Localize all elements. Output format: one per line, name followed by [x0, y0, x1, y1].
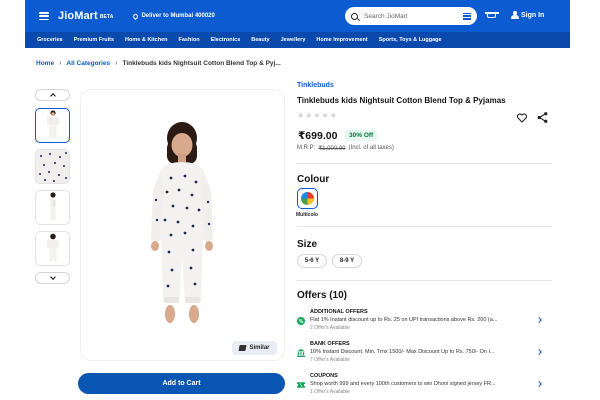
category-sports-toys-luggage[interactable]: Sports, Toys & Luggage — [379, 37, 442, 43]
bank-icon — [297, 349, 305, 357]
divider — [297, 280, 552, 281]
offers-heading: Offers (10) — [297, 290, 348, 301]
offer-title: COUPONS — [310, 373, 338, 379]
thumbnail-1[interactable] — [35, 108, 70, 143]
chevron-right-icon — [536, 349, 542, 355]
thumbnail-fabric-image — [36, 150, 69, 183]
category-bar: Groceries Premium Fruits Home & Kitchen … — [25, 32, 570, 48]
offer-coupons[interactable]: COUPONS Shop worth 999 and every 100th c… — [297, 373, 552, 397]
star-icon: ★ — [329, 111, 337, 120]
star-icon: ★ — [321, 111, 329, 120]
category-home-improvement[interactable]: Home Improvement — [316, 37, 367, 43]
brand-beta-tag: BETA — [99, 14, 114, 20]
category-premium-fruits[interactable]: Premium Fruits — [74, 37, 114, 43]
offer-bank[interactable]: BANK OFFERS 10% Instant Discount. Min. T… — [297, 341, 552, 365]
discount-badge: 30% Off — [345, 130, 378, 141]
thumbnail-2[interactable] — [35, 149, 70, 184]
user-icon — [511, 11, 519, 19]
similar-icon — [238, 345, 248, 351]
category-home-kitchen[interactable]: Home & Kitchen — [125, 37, 167, 43]
category-beauty[interactable]: Beauty — [251, 37, 269, 43]
tax-note: (Incl. of all taxes) — [348, 145, 394, 151]
offer-desc: Shop worth 999 and every 100th customers… — [310, 381, 496, 387]
wishlist-heart-icon[interactable] — [516, 112, 528, 124]
breadcrumb-home[interactable]: Home — [36, 60, 54, 67]
brand-name: JioMart — [58, 10, 98, 22]
offer-additional[interactable]: % ADDITIONAL OFFERS Flat 1% Instant disc… — [297, 309, 552, 333]
chevron-right-icon — [536, 317, 542, 323]
search-bar[interactable] — [345, 7, 477, 25]
offer-count: 7 Offer's Available — [310, 357, 350, 363]
offer-title: BANK OFFERS — [310, 341, 350, 347]
divider — [297, 163, 552, 164]
colour-heading: Colour — [297, 174, 330, 185]
brand-logo[interactable]: JioMart BETA — [58, 10, 113, 22]
offer-count: 1 Offer's Available — [310, 389, 350, 395]
thumbnail-3[interactable] — [35, 190, 70, 225]
thumbnail-back-image — [46, 233, 59, 262]
product-title: Tinklebuds kids Nightsuit Cotton Blend T… — [297, 96, 506, 105]
deliver-location-label: Deliver to Mumbai 400020 — [141, 13, 215, 19]
star-icon: ★ — [297, 111, 305, 120]
share-icon[interactable] — [536, 111, 549, 124]
chevron-up-icon — [49, 93, 56, 99]
similar-label: Similar — [249, 345, 270, 351]
size-heading: Size — [297, 239, 318, 250]
deliver-location[interactable]: Deliver to Mumbai 400020 — [132, 12, 215, 20]
colour-selected-label: Multicolo — [296, 212, 318, 218]
svg-text:%: % — [299, 319, 304, 325]
category-jewellery[interactable]: Jewellery — [281, 37, 306, 43]
offer-count: 2 Offer's Available — [310, 325, 350, 331]
thumbnail-scroll-down-button[interactable] — [35, 272, 70, 284]
thumbnail-4[interactable] — [35, 231, 70, 266]
category-fashion[interactable]: Fashion — [179, 37, 200, 43]
similar-button[interactable]: Similar — [232, 341, 277, 355]
breadcrumb-separator-icon: › — [59, 60, 62, 67]
mrp-label: M.R.P: — [297, 145, 316, 151]
thumbnail-scroll-up-button[interactable] — [35, 89, 70, 101]
add-to-cart-button[interactable]: Add to Cart — [78, 373, 285, 394]
star-icon: ★ — [313, 111, 321, 120]
hamburger-menu-icon[interactable] — [39, 12, 49, 20]
chevron-down-icon — [49, 274, 56, 280]
search-input[interactable] — [364, 12, 454, 20]
size-option-8-9y[interactable]: 8-9 Y — [332, 254, 362, 268]
divider — [297, 226, 552, 227]
coupon-icon — [297, 382, 305, 388]
location-pin-icon — [132, 12, 140, 20]
breadcrumb-separator-icon: › — [115, 60, 118, 67]
category-electronics[interactable]: Electronics — [211, 37, 241, 43]
product-main-image[interactable] — [81, 90, 284, 360]
breadcrumb: Home › All Categories › Tinklebuds kids … — [36, 60, 281, 67]
sign-in-label: Sign In — [521, 11, 545, 19]
rating-stars: ★ ★ ★ ★ ★ — [297, 112, 337, 120]
multicolor-swatch-icon — [301, 192, 314, 205]
category-groceries[interactable]: Groceries — [37, 37, 63, 43]
star-icon: ★ — [305, 111, 313, 120]
breadcrumb-current: Tinklebuds kids Nightsuit Cotton Blend T… — [122, 60, 281, 67]
thumbnail-front-image — [46, 110, 59, 139]
product-photo — [151, 122, 213, 323]
chevron-right-icon — [536, 381, 542, 387]
breadcrumb-all-categories[interactable]: All Categories — [66, 60, 110, 67]
mrp-value: ₹1,000.00 — [318, 146, 346, 152]
search-icon[interactable] — [351, 12, 358, 20]
product-brand-link[interactable]: Tinklebuds — [297, 82, 334, 89]
mrp-line: M.R.P: ₹1,000.00 (Incl. of all taxes) — [297, 145, 394, 152]
product-price: ₹699.00 — [298, 130, 338, 142]
percent-badge-icon: % — [297, 317, 305, 325]
shopping-list-icon[interactable] — [463, 12, 471, 20]
thumbnail-side-image — [49, 192, 56, 221]
size-option-5-6y[interactable]: 5-6 Y — [297, 254, 327, 268]
offer-title: ADDITIONAL OFFERS — [310, 309, 368, 315]
offer-desc: Flat 1% Instant discount up to Rs. 25 on… — [310, 317, 498, 323]
sign-in-button[interactable]: Sign In — [511, 11, 544, 19]
colour-swatch-multicolor[interactable] — [297, 188, 318, 209]
offer-desc: 10% Instant Discount. Min. Trnx 1500/- M… — [310, 349, 495, 355]
cart-icon[interactable] — [485, 12, 499, 18]
